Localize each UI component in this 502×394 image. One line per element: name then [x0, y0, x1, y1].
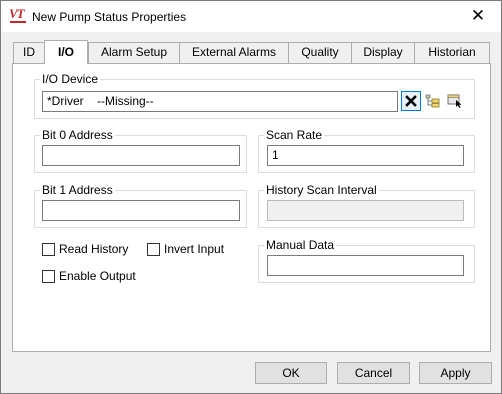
- tab-io[interactable]: I/O: [44, 40, 88, 64]
- scan-rate-input[interactable]: 1: [267, 145, 464, 166]
- read-history-label: Read History: [59, 242, 129, 256]
- manual-data-input[interactable]: [267, 255, 464, 276]
- clear-icon[interactable]: [401, 91, 421, 111]
- invert-input-box[interactable]: [147, 242, 160, 256]
- io-device-label: I/O Device: [40, 72, 101, 86]
- tab-id[interactable]: ID: [13, 42, 45, 63]
- enable-output-box[interactable]: [42, 269, 55, 283]
- history-scan-interval-group: History Scan Interval: [258, 183, 475, 228]
- apply-button[interactable]: Apply: [419, 362, 492, 384]
- read-history-box[interactable]: [42, 242, 55, 256]
- tab-external-alarms[interactable]: External Alarms: [179, 42, 289, 63]
- scan-rate-label: Scan Rate: [264, 128, 325, 142]
- app-logo-icon: VT: [9, 7, 29, 23]
- bit0-address-label: Bit 0 Address: [40, 128, 115, 142]
- browse-tree-icon[interactable]: [423, 91, 443, 111]
- invert-input-label: Invert Input: [164, 242, 225, 256]
- select-device-icon[interactable]: [445, 91, 465, 111]
- window-title: New Pump Status Properties: [32, 10, 187, 24]
- history-scan-interval-input: [267, 200, 464, 221]
- tab-alarm-setup[interactable]: Alarm Setup: [88, 42, 180, 63]
- invert-input-checkbox[interactable]: Invert Input: [147, 241, 224, 257]
- manual-data-group: Manual Data: [258, 238, 475, 283]
- bit0-address-group: Bit 0 Address: [34, 128, 247, 173]
- close-icon[interactable]: ✕: [456, 2, 500, 30]
- bit0-address-input[interactable]: [42, 145, 240, 166]
- history-scan-interval-label: History Scan Interval: [264, 183, 379, 197]
- io-tab-panel: I/O Device *Driver --Missing-- Bit 0 Add…: [12, 63, 491, 352]
- read-history-checkbox[interactable]: Read History: [42, 241, 128, 257]
- tab-quality[interactable]: Quality: [288, 42, 352, 63]
- tab-historian[interactable]: Historian: [414, 42, 490, 63]
- scan-rate-group: Scan Rate 1: [258, 128, 475, 173]
- manual-data-label: Manual Data: [264, 238, 337, 252]
- cancel-button[interactable]: Cancel: [337, 362, 410, 384]
- properties-dialog: VT New Pump Status Properties ✕ ID I/O A…: [0, 0, 502, 394]
- enable-output-label: Enable Output: [59, 269, 136, 283]
- tab-display[interactable]: Display: [351, 42, 415, 63]
- enable-output-checkbox[interactable]: Enable Output: [42, 268, 136, 284]
- title-bar: VT New Pump Status Properties ✕: [1, 1, 501, 32]
- bit1-address-group: Bit 1 Address: [34, 183, 247, 228]
- io-device-group: I/O Device *Driver --Missing--: [34, 72, 475, 119]
- io-device-field[interactable]: *Driver --Missing--: [42, 91, 398, 112]
- bit1-address-label: Bit 1 Address: [40, 183, 115, 197]
- ok-button[interactable]: OK: [255, 362, 327, 384]
- bit1-address-input[interactable]: [42, 200, 240, 221]
